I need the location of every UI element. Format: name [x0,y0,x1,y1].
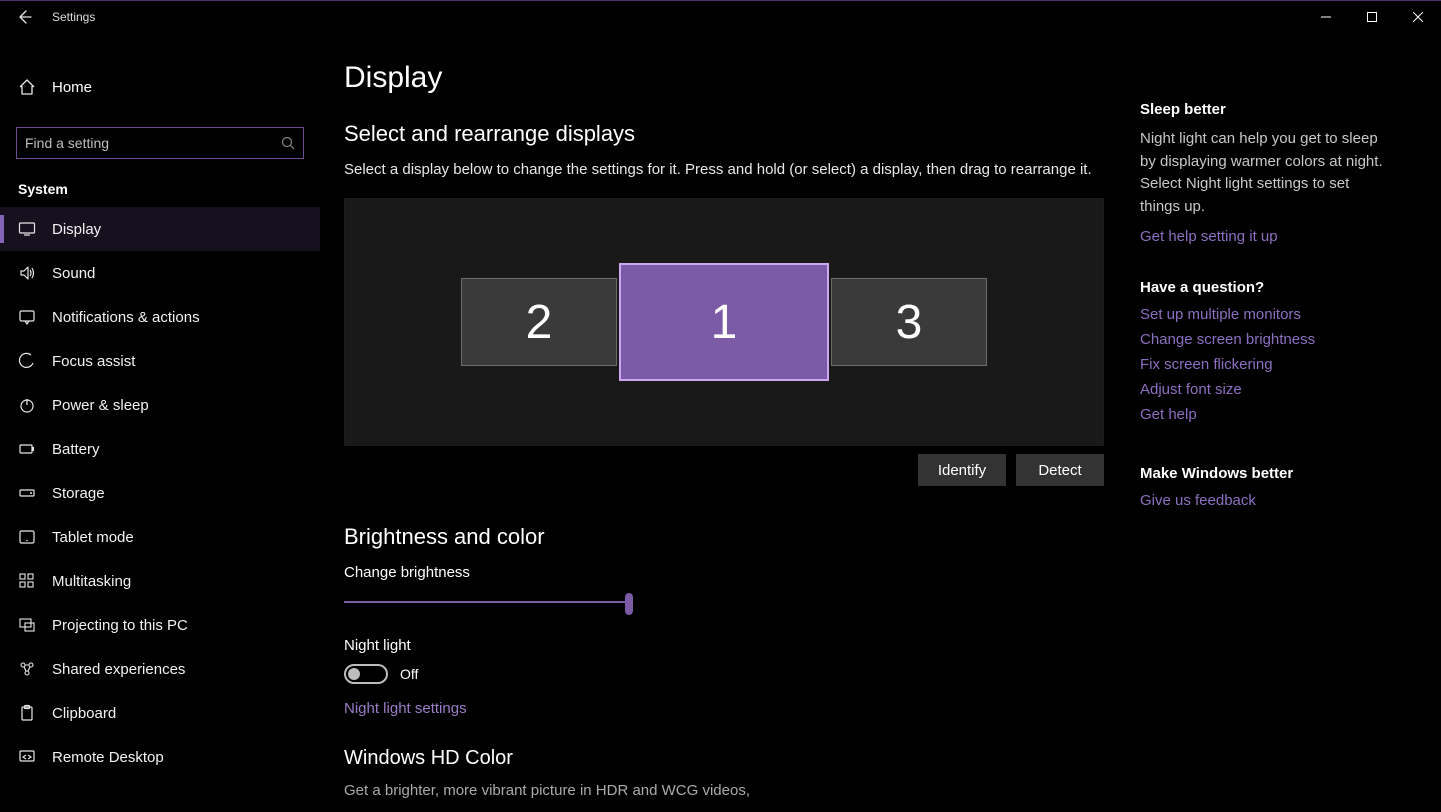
nav-label: Multitasking [52,573,131,590]
brightness-slider[interactable] [344,591,629,613]
display-arranger[interactable]: 2 1 3 [344,198,1104,446]
nav-label: Tablet mode [52,529,134,546]
home-label: Home [52,79,92,96]
identify-button[interactable]: Identify [918,454,1006,486]
search-input[interactable] [25,135,281,151]
multitasking-icon [18,572,36,590]
nav-label: Display [52,221,101,238]
projecting-icon [18,616,36,634]
right-panel: Sleep better Night light can help you ge… [1140,33,1408,812]
page-title: Display [344,61,1104,95]
search-icon [281,136,295,150]
nav-label: Storage [52,485,105,502]
remote-desktop-icon [18,748,36,766]
power-icon [18,396,36,414]
nav-label: Shared experiences [52,661,185,678]
sleep-help-link[interactable]: Get help setting it up [1140,228,1386,245]
slider-thumb[interactable] [625,593,633,615]
sleep-better-heading: Sleep better [1140,101,1386,118]
notifications-icon [18,308,36,326]
question-heading: Have a question? [1140,279,1386,296]
arrow-left-icon [16,9,32,25]
close-icon [1413,12,1423,22]
search-box[interactable] [16,127,304,159]
nav-tablet-mode[interactable]: Tablet mode [0,515,320,559]
home-icon [18,78,36,96]
battery-icon [18,440,36,458]
clipboard-icon [18,704,36,722]
window-title: Settings [52,10,95,24]
help-link-flickering[interactable]: Fix screen flickering [1140,356,1386,373]
monitor-2[interactable]: 2 [461,278,617,366]
nav-label: Battery [52,441,100,458]
nav-multitasking[interactable]: Multitasking [0,559,320,603]
section-label: System [0,159,320,207]
help-link-brightness[interactable]: Change screen brightness [1140,331,1386,348]
brightness-heading: Brightness and color [344,524,1104,550]
shared-icon [18,660,36,678]
maximize-button[interactable] [1349,1,1395,33]
main-content: Display Select and rearrange displays Se… [320,33,1441,812]
toggle-knob [348,668,360,680]
help-link-multiple-monitors[interactable]: Set up multiple monitors [1140,306,1386,323]
nav-label: Focus assist [52,353,135,370]
nav-label: Remote Desktop [52,749,164,766]
nav-clipboard[interactable]: Clipboard [0,691,320,735]
nav-sound[interactable]: Sound [0,251,320,295]
help-link-get-help[interactable]: Get help [1140,406,1386,423]
night-light-label: Night light [344,637,1104,654]
maximize-icon [1367,12,1377,22]
display-icon [18,220,36,238]
nav-projecting[interactable]: Projecting to this PC [0,603,320,647]
storage-icon [18,484,36,502]
nav-power-sleep[interactable]: Power & sleep [0,383,320,427]
rearrange-help-text: Select a display below to change the set… [344,161,1104,178]
nav-shared-experiences[interactable]: Shared experiences [0,647,320,691]
nav-battery[interactable]: Battery [0,427,320,471]
close-button[interactable] [1395,1,1441,33]
nav-label: Projecting to this PC [52,617,188,634]
tablet-icon [18,528,36,546]
nav-storage[interactable]: Storage [0,471,320,515]
sound-icon [18,264,36,282]
monitor-1[interactable]: 1 [619,263,829,381]
sidebar: Home System Display Sound [0,33,320,812]
detect-button[interactable]: Detect [1016,454,1104,486]
nav-display[interactable]: Display [0,207,320,251]
hd-color-heading: Windows HD Color [344,747,1104,770]
feedback-link[interactable]: Give us feedback [1140,492,1386,509]
nav-label: Power & sleep [52,397,149,414]
hd-color-text: Get a brighter, more vibrant picture in … [344,782,1104,799]
monitor-3[interactable]: 3 [831,278,987,366]
titlebar: Settings [0,1,1441,33]
nav-label: Clipboard [52,705,116,722]
nav-label: Notifications & actions [52,309,200,326]
brightness-label: Change brightness [344,564,1104,581]
nav-label: Sound [52,265,95,282]
night-light-settings-link[interactable]: Night light settings [344,700,467,717]
minimize-icon [1321,12,1331,22]
focus-assist-icon [18,352,36,370]
night-light-toggle[interactable] [344,664,388,684]
nav-notifications[interactable]: Notifications & actions [0,295,320,339]
sleep-better-text: Night light can help you get to sleep by… [1140,128,1386,218]
rearrange-heading: Select and rearrange displays [344,121,1104,147]
help-link-font-size[interactable]: Adjust font size [1140,381,1386,398]
feedback-heading: Make Windows better [1140,465,1386,482]
minimize-button[interactable] [1303,1,1349,33]
home-nav[interactable]: Home [0,65,320,109]
nav-focus-assist[interactable]: Focus assist [0,339,320,383]
slider-track [344,601,629,603]
night-light-state: Off [400,666,418,682]
nav-remote-desktop[interactable]: Remote Desktop [0,735,320,779]
back-button[interactable] [12,5,36,29]
